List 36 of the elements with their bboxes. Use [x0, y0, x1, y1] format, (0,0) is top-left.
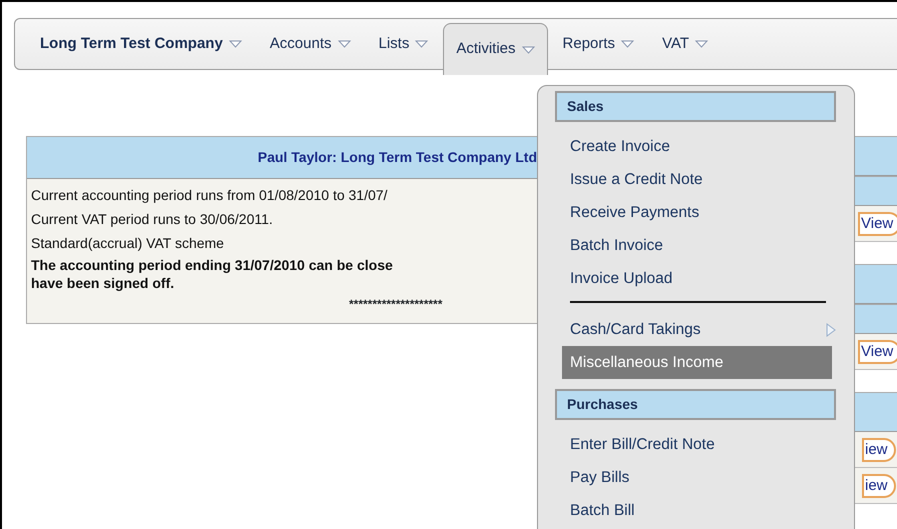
nav-menu[interactable]: Reports: [550, 19, 648, 69]
menu-item[interactable]: Create Invoice: [555, 130, 836, 163]
view-button[interactable]: iew: [862, 438, 896, 462]
menu-item[interactable]: Batch Invoice: [555, 229, 836, 262]
menu-item[interactable]: Issue a Credit Note: [555, 163, 836, 196]
menu-item[interactable]: Receive Payments: [555, 196, 836, 229]
caret-icon: [695, 40, 708, 48]
caret-icon: [522, 46, 535, 54]
section-heading: Purchases: [555, 389, 836, 420]
info-text: Current accounting period runs from 01/08/2010 to 31/07/: [30, 186, 388, 205]
info-text: have been signed off.: [30, 274, 176, 291]
nav-menu[interactable]: Lists: [366, 19, 442, 69]
nav-menu[interactable]: Accounts: [256, 19, 364, 69]
menu-item[interactable]: Invoice Upload: [555, 262, 836, 295]
submenu-arrow-icon: [826, 322, 836, 336]
nav-menu[interactable]: Activities: [443, 23, 548, 75]
separator-text: ********************: [349, 297, 442, 311]
info-text: Current VAT period runs to 30/06/2011.: [30, 210, 274, 229]
menu-item[interactable]: Miscellaneous Income: [562, 346, 832, 379]
caret-icon: [415, 40, 428, 48]
nav-menu[interactable]: VAT: [649, 19, 722, 69]
panel-title: Paul Taylor: Long Term Test Company Ltd: [27, 137, 539, 179]
menu-item[interactable]: Cash/Card Takings: [555, 313, 836, 346]
caret-icon: [621, 40, 634, 48]
view-button[interactable]: iew: [862, 474, 896, 498]
section-heading: Sales: [555, 91, 836, 122]
caret-icon: [228, 40, 242, 48]
view-button[interactable]: View: [858, 212, 897, 236]
menu-item[interactable]: Enter Bill/Credit Note: [555, 428, 836, 461]
menu-item[interactable]: Batch Bill: [555, 494, 836, 527]
menu-item[interactable]: Pay Bills: [555, 461, 836, 494]
info-text: The accounting period ending 31/07/2010 can be close: [30, 256, 394, 273]
info-text: Standard(accrual) VAT scheme: [30, 234, 225, 253]
view-button[interactable]: View: [858, 340, 897, 364]
caret-icon: [338, 40, 350, 48]
company-menu[interactable]: Long Term Test Company: [39, 19, 255, 69]
